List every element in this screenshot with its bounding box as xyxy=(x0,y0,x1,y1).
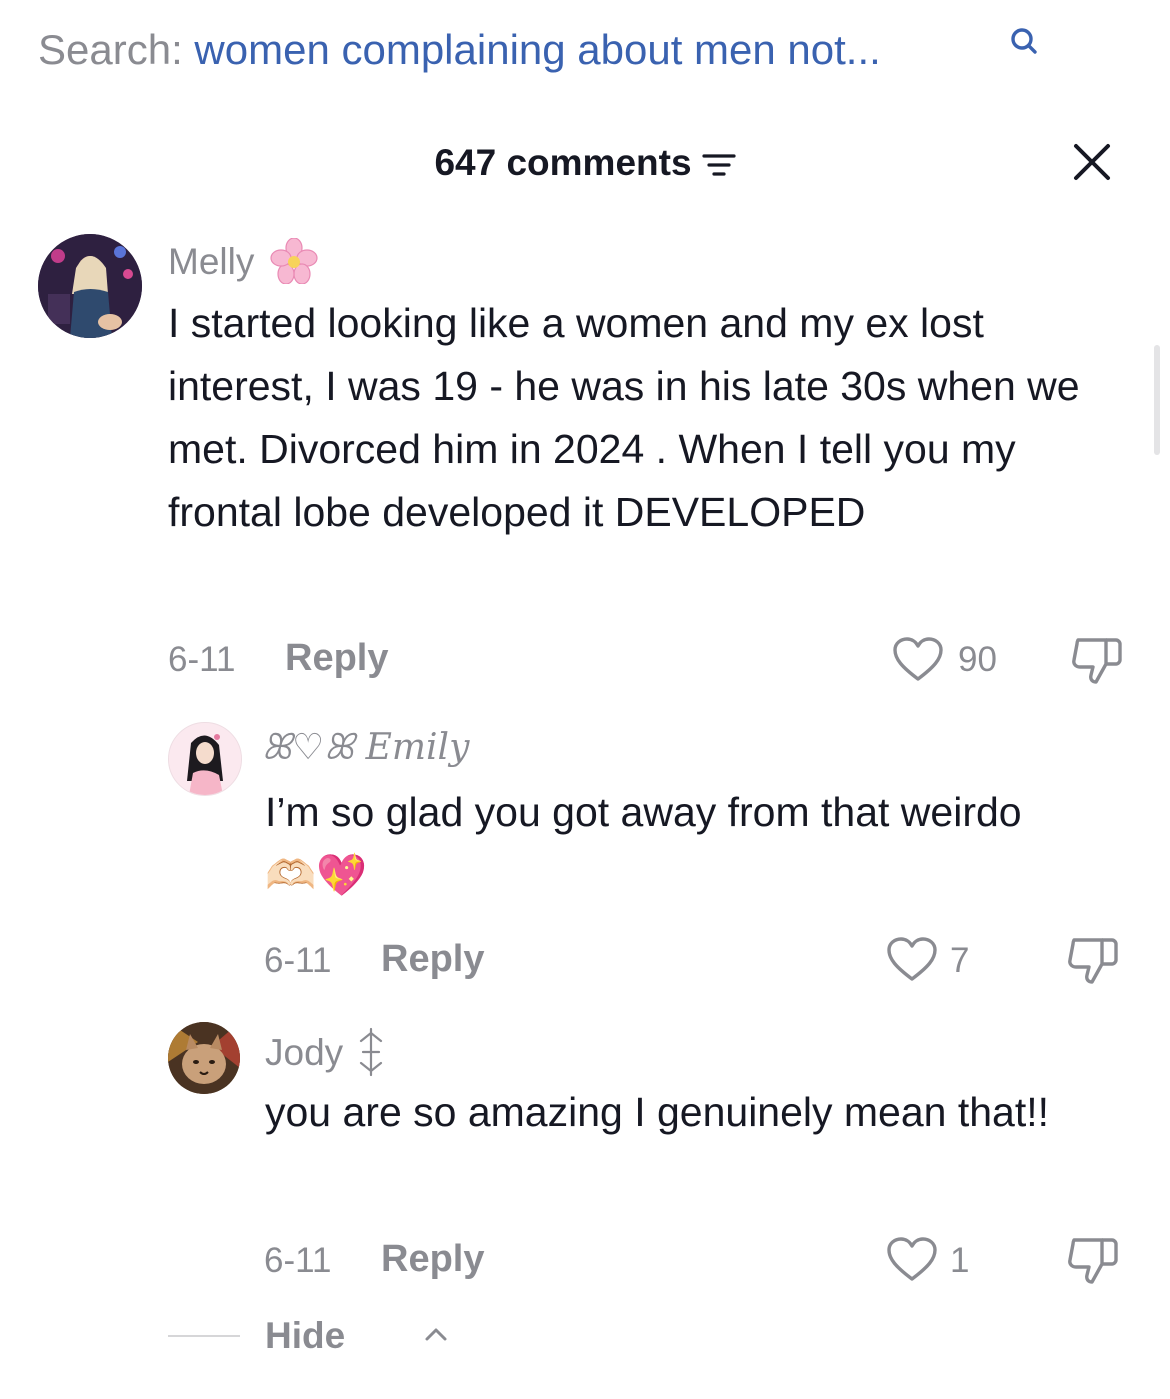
hide-label[interactable]: Hide xyxy=(265,1315,345,1357)
reply-text: you are so amazing I genuinely mean that… xyxy=(265,1089,1050,1135)
reply-comment: Jody you are so amazing I genuinely mean… xyxy=(0,0,1170,1300)
divider xyxy=(168,1335,240,1337)
dislike-icon[interactable] xyxy=(1066,1236,1120,1286)
chevron-up-icon[interactable] xyxy=(424,1325,448,1343)
heart-icon[interactable] xyxy=(886,1237,938,1283)
reply-username[interactable]: Jody xyxy=(265,1027,385,1077)
reply-date: 6-11 xyxy=(264,1241,332,1280)
avatar[interactable] xyxy=(168,1022,240,1094)
sparkle-badge-icon xyxy=(360,1027,383,1077)
reply-button[interactable]: Reply xyxy=(381,1238,484,1281)
hide-replies-button[interactable]: Hide xyxy=(168,1315,468,1359)
like-count: 1 xyxy=(950,1241,970,1280)
